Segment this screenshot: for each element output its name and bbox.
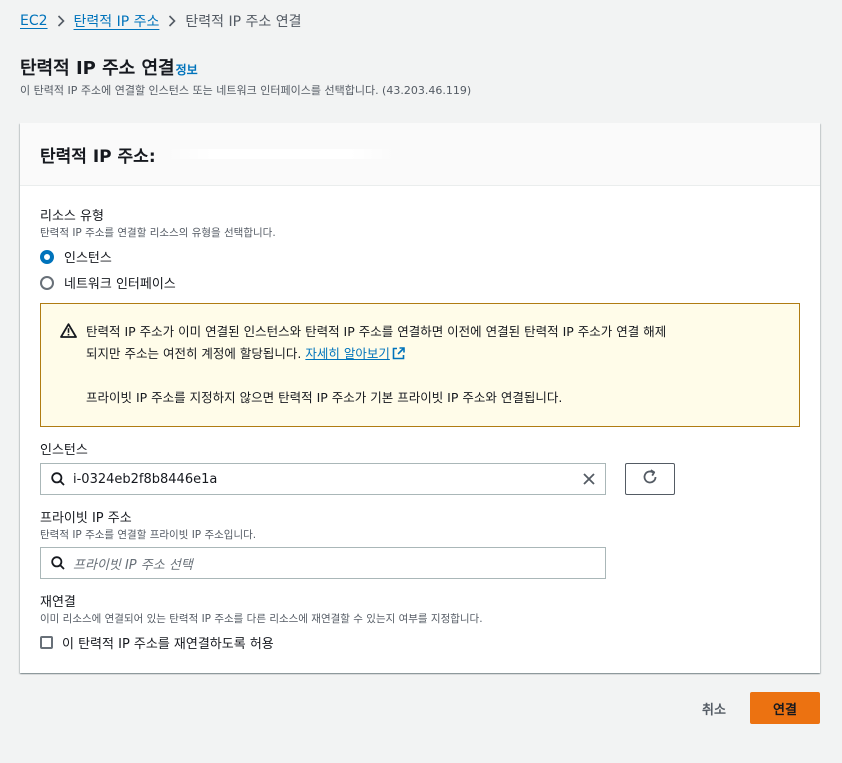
radio-button-unchecked[interactable] [40, 275, 54, 290]
page-title: 탄력적 IP 주소 연결 [20, 58, 175, 79]
radio-network-interface-label: 네트워크 인터페이스 [64, 277, 176, 292]
learn-more-link[interactable]: 자세히 알아보기 [305, 346, 389, 361]
instance-search-input[interactable]: i-0324eb2f8b8446e1a [40, 463, 606, 495]
resource-type-label: 리소스 유형 [40, 209, 104, 224]
search-icon [51, 556, 65, 570]
warning-alert: 탄력적 IP 주소가 이미 연결된 인스턴스와 탄력적 IP 주소를 연결하면 … [40, 303, 800, 427]
radio-network-interface[interactable]: 네트워크 인터페이스 [40, 273, 176, 292]
chevron-right-icon [168, 15, 177, 27]
page-description: 이 탄력적 IP 주소에 연결할 인스턴스 또는 네트워크 인터페이스를 선택합… [20, 84, 472, 97]
breadcrumb-current: 탄력적 IP 주소 연결 [185, 14, 302, 30]
redacted-ip [165, 149, 396, 159]
private-ip-placeholder: 프라이빗 IP 주소 선택 [73, 557, 193, 573]
radio-instance-label: 인스턴스 [64, 251, 112, 266]
radio-instance[interactable]: 인스턴스 [40, 247, 112, 266]
panel-header: 탄력적 IP 주소: [20, 123, 820, 186]
instance-value: i-0324eb2f8b8446e1a [73, 471, 218, 487]
reassociation-description: 이미 리소스에 연결되어 있는 탄력적 IP 주소를 다른 리소스에 재연결할 … [40, 613, 483, 625]
resource-type-description: 탄력적 IP 주소를 연결할 리소스의 유형을 선택합니다. [40, 227, 276, 239]
private-ip-label: 프라이빗 IP 주소 [40, 511, 132, 526]
external-link-icon[interactable] [392, 345, 405, 367]
reassociation-label: 재연결 [40, 595, 76, 610]
clear-icon[interactable] [581, 471, 597, 491]
private-ip-select[interactable]: 프라이빗 IP 주소 선택 [40, 547, 606, 579]
alert-text-line2: 되지만 주소는 여전히 계정에 할당됩니다. [86, 346, 302, 361]
checkbox[interactable] [40, 636, 53, 649]
search-icon [51, 472, 65, 486]
alert-text-line1: 탄력적 IP 주소가 이미 연결된 인스턴스와 탄력적 IP 주소를 연결하면 … [86, 324, 667, 339]
breadcrumb-ec2[interactable]: EC2 [20, 13, 48, 29]
page-title-row: 탄력적 IP 주소 연결 정보 [20, 54, 198, 80]
breadcrumb: EC2 탄력적 IP 주소 탄력적 IP 주소 연결 [20, 11, 302, 31]
refresh-icon [641, 468, 659, 490]
private-ip-description: 탄력적 IP 주소를 연결할 프라이빗 IP 주소입니다. [40, 529, 257, 541]
associate-button[interactable]: 연결 [750, 692, 820, 724]
refresh-button[interactable] [625, 463, 675, 495]
associate-panel: 탄력적 IP 주소: 리소스 유형 탄력적 IP 주소를 연결할 리소스의 유형… [20, 123, 820, 673]
cancel-button[interactable]: 취소 [688, 692, 740, 724]
info-link[interactable]: 정보 [176, 61, 198, 78]
alert-text: 탄력적 IP 주소가 이미 연결된 인스턴스와 탄력적 IP 주소를 연결하면 … [86, 321, 786, 367]
instance-label: 인스턴스 [40, 443, 88, 458]
warning-icon [60, 323, 77, 342]
panel-title: 탄력적 IP 주소: [40, 146, 156, 167]
allow-reassociation-label: 이 탄력적 IP 주소를 재연결하도록 허용 [62, 637, 274, 652]
radio-button-checked[interactable] [40, 249, 54, 264]
allow-reassociation-checkbox[interactable]: 이 탄력적 IP 주소를 재연결하도록 허용 [40, 633, 274, 652]
breadcrumb-elastic-ips[interactable]: 탄력적 IP 주소 [74, 11, 160, 31]
chevron-right-icon [57, 15, 65, 27]
alert-text-paragraph2: 프라이빗 IP 주소를 지정하지 않으면 탄력적 IP 주소가 기본 프라이빗 … [86, 390, 563, 405]
